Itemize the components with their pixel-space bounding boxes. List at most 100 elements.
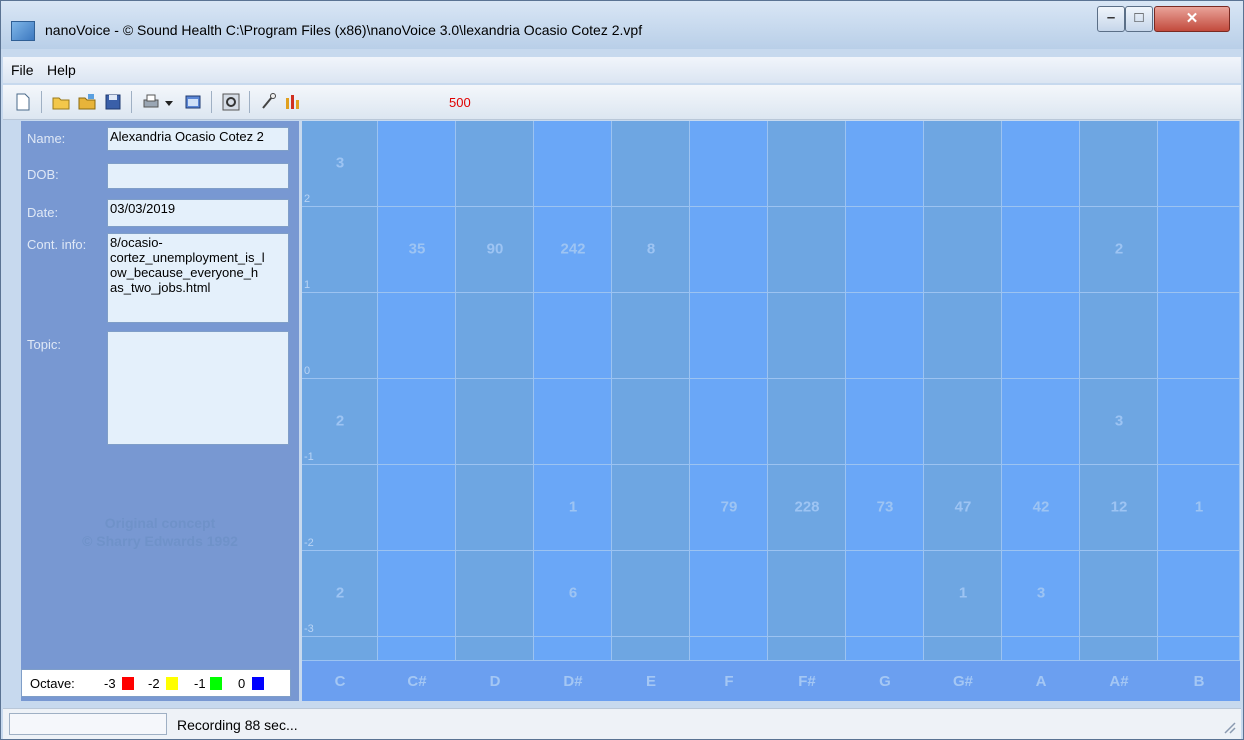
menu-file[interactable]: File	[11, 62, 34, 78]
note-label: G#	[952, 673, 974, 690]
maximize-button[interactable]: □	[1125, 6, 1153, 32]
note-label: G	[879, 673, 891, 690]
grid-cell	[1158, 121, 1240, 207]
cell-value: 228	[794, 498, 820, 516]
cell-value: 79	[720, 498, 738, 516]
dropdown-icon[interactable]	[163, 92, 175, 112]
maximize-icon: □	[1134, 9, 1144, 26]
grid-cell	[1158, 551, 1240, 637]
grid-cell	[768, 637, 846, 661]
grid-cell	[612, 379, 690, 465]
grid-cell	[612, 121, 690, 207]
menu-help[interactable]: Help	[47, 62, 76, 78]
grid-cell	[924, 293, 1002, 379]
app-window: nanoVoice - © Sound Health C:\Program Fi…	[0, 0, 1244, 740]
grid-cell	[456, 379, 534, 465]
open-folder-icon[interactable]	[77, 92, 97, 112]
new-file-icon[interactable]	[13, 92, 33, 112]
note-label: D	[489, 673, 501, 690]
note-label: F#	[798, 673, 816, 690]
bar-chart-icon[interactable]	[283, 92, 303, 112]
grid-cell	[768, 121, 846, 207]
grid-cell	[1080, 637, 1158, 661]
cell-value: 1	[1194, 498, 1204, 516]
window-edge	[1, 121, 21, 701]
note-label: A	[1035, 673, 1047, 690]
minimize-icon: –	[1106, 9, 1116, 26]
grid-cell	[378, 121, 456, 207]
title-bar: nanoVoice - © Sound Health C:\Program Fi…	[1, 1, 1243, 49]
grid-cell	[846, 207, 924, 293]
row-label: 1	[304, 279, 311, 291]
grid-cell	[302, 207, 378, 293]
open-icon[interactable]	[51, 92, 71, 112]
grid-cell	[846, 379, 924, 465]
row-label: -1	[304, 451, 314, 463]
close-icon: ✕	[1185, 10, 1199, 27]
credit-line2: © Sharry Edwards 1992	[82, 533, 238, 549]
topic-label: Topic:	[27, 337, 61, 352]
sample-counter: 500	[449, 95, 471, 110]
octave-swatch	[210, 677, 222, 690]
cell-value: 47	[954, 498, 972, 516]
grid-cell	[690, 121, 768, 207]
grid-cell	[690, 207, 768, 293]
note-label: E	[645, 673, 657, 690]
grid-cell	[378, 379, 456, 465]
grid-cell	[1080, 293, 1158, 379]
grid-cell	[378, 293, 456, 379]
note-label: C	[334, 673, 346, 690]
cell-value: 73	[876, 498, 894, 516]
grid-cell	[612, 293, 690, 379]
menu-bar: File Help	[3, 57, 1241, 83]
credit-line1: Original concept	[104, 515, 216, 531]
grid-cell	[534, 379, 612, 465]
cell-value: 3	[335, 154, 345, 172]
cell-value: 2	[335, 584, 345, 602]
name-field[interactable]: Alexandria Ocasio Cotez 2	[107, 127, 289, 151]
grid-cell	[1002, 637, 1080, 661]
microphone-icon[interactable]	[259, 92, 279, 112]
grid-cell	[690, 293, 768, 379]
octave-swatch	[122, 677, 134, 690]
grid-cell	[690, 637, 768, 661]
grid-cell	[378, 465, 456, 551]
grid-cell	[768, 379, 846, 465]
note-label: B	[1193, 673, 1205, 690]
grid-cell	[612, 637, 690, 661]
grid-cell	[1158, 293, 1240, 379]
grid-cell	[768, 293, 846, 379]
minimize-button[interactable]: –	[1097, 6, 1125, 32]
save-icon[interactable]	[103, 92, 123, 112]
toolbar-separator	[249, 91, 250, 113]
dob-field[interactable]	[107, 163, 289, 189]
grid-cell	[924, 207, 1002, 293]
octave-label: Octave:	[30, 676, 75, 691]
grid-bottom-band	[302, 637, 1240, 661]
grid-cell	[1002, 121, 1080, 207]
grid-cell	[846, 121, 924, 207]
toolbar-separator	[211, 91, 212, 113]
grid-cell	[378, 551, 456, 637]
row-label: 0	[304, 365, 311, 377]
print-icon[interactable]	[141, 92, 161, 112]
date-field[interactable]: 03/03/2019	[107, 199, 289, 227]
grid-cell	[456, 293, 534, 379]
topic-field[interactable]	[107, 331, 289, 445]
grid-cell	[924, 637, 1002, 661]
cell-value: 6	[568, 584, 578, 602]
grid-cell	[612, 465, 690, 551]
cell-value: 12	[1110, 498, 1128, 516]
cell-value: 42	[1032, 498, 1050, 516]
status-pane	[9, 713, 167, 735]
grid-cell	[846, 551, 924, 637]
grid-cell	[1002, 293, 1080, 379]
close-button[interactable]: ✕	[1154, 6, 1230, 32]
resize-grip-icon[interactable]	[1221, 719, 1237, 735]
status-text: Recording 88 sec...	[177, 717, 298, 733]
row-label: -3	[304, 623, 314, 635]
contact-field[interactable]: 8/ocasio- cortez_unemployment_is_l ow_be…	[107, 233, 289, 323]
window-icon[interactable]	[183, 92, 203, 112]
note-label: A#	[1109, 673, 1129, 690]
settings-icon[interactable]	[221, 92, 241, 112]
